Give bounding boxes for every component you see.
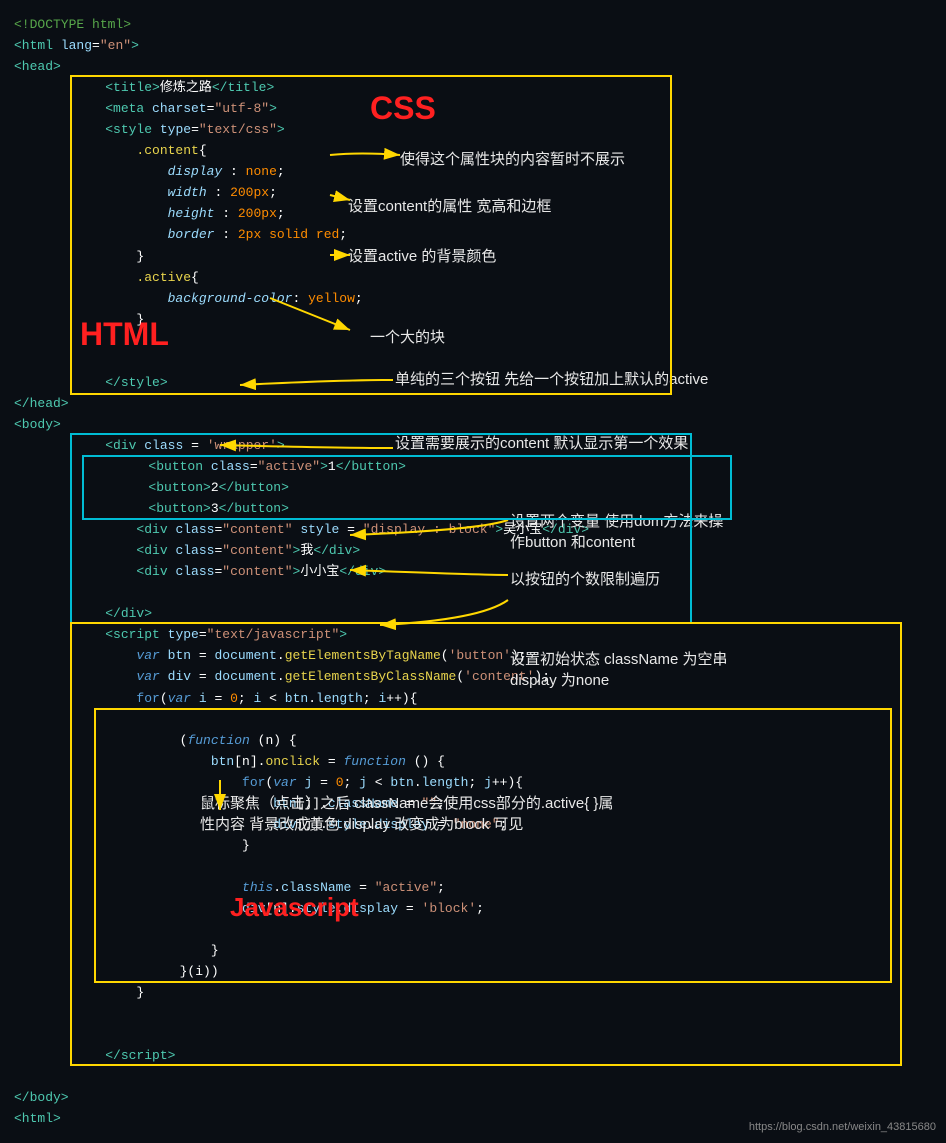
annotation-show-content: 设置需要展示的content 默认显示第一个效果 — [395, 432, 688, 453]
annotation-loop: 以按钮的个数限制遍历 — [510, 568, 660, 589]
code-line — [14, 1066, 932, 1087]
code-line — [74, 1024, 932, 1045]
page-container: <!DOCTYPE html> <html lang="en"> <head> … — [0, 0, 946, 1143]
code-line: <title>修炼之路</title> — [74, 77, 932, 98]
annotation-css3: 设置active 的背景颜色 — [348, 245, 496, 266]
code-line — [86, 709, 932, 730]
annotation-css1: 使得这个属性块的内容暂时不展示 — [400, 148, 625, 169]
code-line — [74, 330, 932, 351]
html-label: HTML — [80, 316, 169, 353]
code-line: </div> — [74, 603, 932, 624]
annotation-large-block: 一个大的块 — [370, 326, 445, 347]
code-line: <div class="content" style = "display : … — [74, 519, 932, 540]
code-line: btn[n].onclick = function () { — [86, 751, 932, 772]
code-line: } — [74, 246, 932, 267]
code-line: background-color: yellow; — [74, 288, 932, 309]
code-line — [86, 919, 932, 940]
css-label: CSS — [370, 90, 436, 127]
code-line: var btn = document.getElementsByTagName(… — [74, 645, 932, 666]
code-line: <style type="text/css"> — [74, 119, 932, 140]
annotation-css2: 设置content的属性 宽高和边框 — [348, 195, 551, 216]
code-line: </head> — [14, 393, 932, 414]
js-label: Javascript — [230, 892, 359, 923]
code-area: <!DOCTYPE html> <html lang="en"> <head> … — [0, 8, 946, 1135]
code-line: .active{ — [74, 267, 932, 288]
code-line: (function (n) { — [86, 730, 932, 751]
annotation-three-buttons: 单纯的三个按钮 先给一个按钮加上默认的active — [395, 368, 708, 389]
code-line: var div = document.getElementsByClassNam… — [74, 666, 932, 687]
code-line: <head> — [14, 56, 932, 77]
code-line: border : 2px solid red; — [74, 224, 932, 245]
code-line: <button>3</button> — [86, 498, 932, 519]
code-line: for(var i = 0; i < btn.length; i++){ — [74, 688, 932, 709]
code-line: <script type="text/javascript"> — [74, 624, 932, 645]
code-line — [86, 856, 932, 877]
code-line: div[n].style.display = 'block'; — [86, 898, 932, 919]
annotation-initial-state: 设置初始状态 className 为空串 display 为none — [510, 648, 728, 690]
code-line: <div class="content">小小宝</div> — [74, 561, 932, 582]
code-line: <html lang="en"> — [14, 35, 932, 56]
code-line: </body> — [14, 1087, 932, 1108]
annotation-two-vars: 设置两个变量 使用dom方法来操 作button 和content — [510, 510, 723, 552]
code-line: <button class="active">1</button> — [86, 456, 932, 477]
code-line: <!DOCTYPE html> — [14, 14, 932, 35]
annotation-click-after: 鼠标聚焦（点击）之后 className会使用css部分的.active{ }属… — [200, 792, 613, 834]
code-line: } — [86, 835, 932, 856]
code-line: } — [86, 940, 932, 961]
code-line: for(var j = 0; j < btn.length; j++){ — [86, 772, 932, 793]
code-line: <button>2</button> — [86, 477, 932, 498]
url-text: https://blog.csdn.net/weixin_43815680 — [749, 1121, 936, 1133]
code-line: <div class="content">我</div> — [74, 540, 932, 561]
code-line: }(i)) — [86, 961, 932, 982]
code-line: } — [74, 982, 932, 1003]
code-line — [74, 1003, 932, 1024]
code-line: this.className = "active"; — [86, 877, 932, 898]
code-line: <meta charset="utf-8"> — [74, 98, 932, 119]
code-line: </script> — [74, 1045, 932, 1066]
code-line — [74, 582, 932, 603]
code-line: } — [74, 309, 932, 330]
